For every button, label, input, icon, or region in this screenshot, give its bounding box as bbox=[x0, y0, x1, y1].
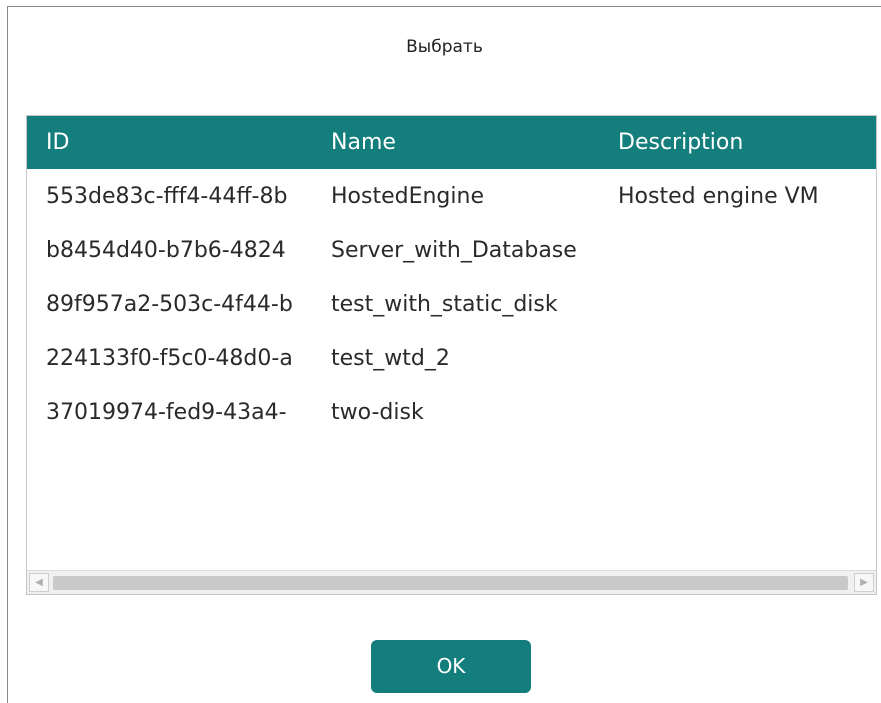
horizontal-scrollbar[interactable]: ◀ ▶ bbox=[27, 570, 876, 594]
cell-id: 89f957a2-503c-4f44-b bbox=[46, 292, 293, 317]
table-header: ID Name Description bbox=[27, 116, 876, 169]
scroll-left-arrow-icon[interactable]: ◀ bbox=[29, 573, 49, 592]
scrollbar-thumb[interactable] bbox=[53, 576, 848, 590]
column-header-description[interactable]: Description bbox=[618, 116, 876, 169]
column-header-id[interactable]: ID bbox=[46, 116, 329, 169]
dialog-title: Выбрать bbox=[406, 37, 483, 57]
cell-id: 224133f0-f5c0-48d0-a bbox=[46, 346, 293, 371]
cell-name: Server_with_Database bbox=[331, 238, 577, 263]
cell-name: test_wtd_2 bbox=[331, 346, 450, 371]
table-row[interactable]: 37019974-fed9-43a4- two-disk bbox=[27, 386, 876, 440]
cell-name: HostedEngine bbox=[331, 184, 484, 209]
cell-id: 37019974-fed9-43a4- bbox=[46, 400, 287, 425]
cell-id: b8454d40-b7b6-4824 bbox=[46, 238, 286, 263]
column-header-name[interactable]: Name bbox=[331, 116, 614, 169]
select-dialog: Выбрать ID Name Description 553de83c-fff… bbox=[7, 6, 881, 703]
cell-id: 553de83c-fff4-44ff-8b bbox=[46, 184, 288, 209]
cell-description bbox=[618, 332, 876, 386]
table-row[interactable]: 224133f0-f5c0-48d0-a test_wtd_2 bbox=[27, 332, 876, 386]
vm-table: ID Name Description 553de83c-fff4-44ff-8… bbox=[26, 115, 877, 595]
cell-description bbox=[618, 224, 876, 278]
cell-name: test_with_static_disk bbox=[331, 292, 558, 317]
table-row[interactable]: 89f957a2-503c-4f44-b test_with_static_di… bbox=[27, 278, 876, 332]
ok-button[interactable]: OK bbox=[371, 640, 531, 693]
cell-description bbox=[618, 278, 876, 332]
cell-description: Hosted engine VM bbox=[618, 184, 819, 209]
scroll-right-arrow-icon[interactable]: ▶ bbox=[854, 573, 874, 592]
cell-description bbox=[618, 386, 876, 440]
table-row[interactable]: 553de83c-fff4-44ff-8b HostedEngine Hoste… bbox=[27, 170, 876, 224]
table-row[interactable]: b8454d40-b7b6-4824 Server_with_Database bbox=[27, 224, 876, 278]
cell-name: two-disk bbox=[331, 400, 424, 425]
